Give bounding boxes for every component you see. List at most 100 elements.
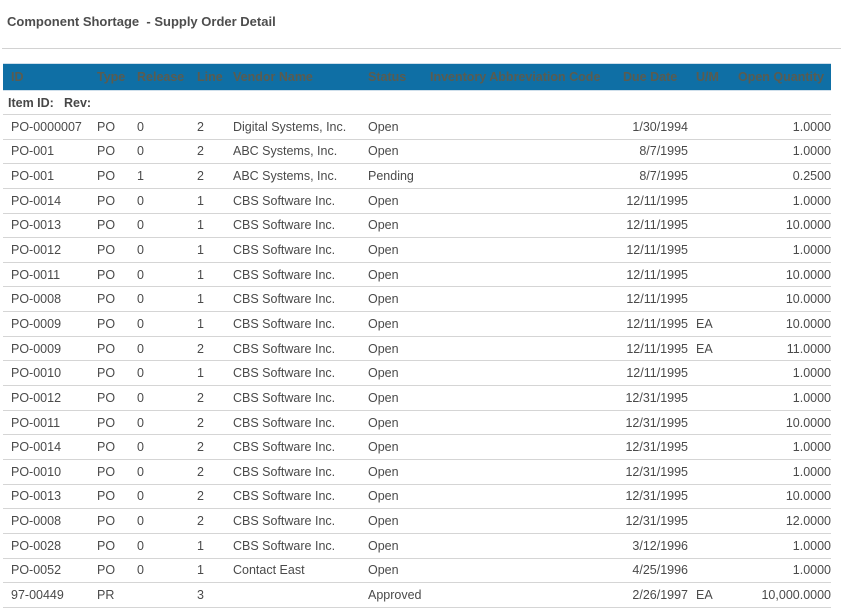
report-page: Component Shortage - Supply Order Detail… <box>0 14 843 610</box>
cell-release: 0 <box>129 435 189 460</box>
cell-vendor: CBS Software Inc. <box>225 410 360 435</box>
cell-line: 2 <box>189 435 225 460</box>
cell-type: PO <box>89 139 129 164</box>
cell-vendor: CBS Software Inc. <box>225 213 360 238</box>
cell-id: PO-0011 <box>3 410 89 435</box>
cell-invcode <box>422 484 615 509</box>
cell-status: Open <box>360 509 422 534</box>
cell-line: 1 <box>189 262 225 287</box>
cell-line: 2 <box>189 115 225 140</box>
cell-invcode <box>422 115 615 140</box>
cell-um <box>688 213 730 238</box>
cell-release: 0 <box>129 312 189 337</box>
cell-type: PO <box>89 386 129 411</box>
cell-id: PO-0010 <box>3 361 89 386</box>
cell-status: Open <box>360 533 422 558</box>
cell-duedate: 12/31/1995 <box>615 410 688 435</box>
cell-duedate: 12/11/1995 <box>615 262 688 287</box>
cell-duedate: 12/11/1995 <box>615 312 688 337</box>
cell-vendor: CBS Software Inc. <box>225 238 360 263</box>
cell-vendor: CBS Software Inc. <box>225 287 360 312</box>
title-divider <box>2 48 841 49</box>
cell-invcode <box>422 238 615 263</box>
cell-status: Open <box>360 115 422 140</box>
cell-line: 1 <box>189 238 225 263</box>
table-row: PO-0008PO01CBS Software Inc.Open12/11/19… <box>3 287 831 312</box>
cell-duedate: 8/7/1995 <box>615 164 688 189</box>
cell-invcode <box>422 435 615 460</box>
table-row: PO-0011PO01CBS Software Inc.Open12/11/19… <box>3 262 831 287</box>
cell-line: 1 <box>189 558 225 583</box>
cell-release: 0 <box>129 533 189 558</box>
cell-status: Open <box>360 484 422 509</box>
cell-id: PO-0000007 <box>3 115 89 140</box>
item-header-cell: Item ID:Rev: <box>3 91 831 115</box>
page-title: Component Shortage - Supply Order Detail <box>7 14 843 30</box>
cell-status: Open <box>360 558 422 583</box>
cell-release: 0 <box>129 509 189 534</box>
cell-line: 1 <box>189 533 225 558</box>
table-row: PO-0012PO01CBS Software Inc.Open12/11/19… <box>3 238 831 263</box>
cell-status: Open <box>360 361 422 386</box>
column-header-vendor-name[interactable]: Vendor Name <box>225 64 360 91</box>
cell-duedate: 12/11/1995 <box>615 213 688 238</box>
cell-release: 0 <box>129 459 189 484</box>
cell-vendor <box>225 583 360 608</box>
cell-um <box>688 435 730 460</box>
cell-vendor: CBS Software Inc. <box>225 361 360 386</box>
column-header-id[interactable]: ID <box>3 64 89 91</box>
cell-status: Open <box>360 287 422 312</box>
cell-invcode <box>422 558 615 583</box>
cell-type: PO <box>89 558 129 583</box>
cell-qty: 10,000.0000 <box>730 583 831 608</box>
cell-um: EA <box>688 583 730 608</box>
cell-invcode <box>422 139 615 164</box>
cell-um <box>688 361 730 386</box>
supply-order-table: ID Type Release Line Vendor Name Status … <box>3 63 831 608</box>
column-header-status[interactable]: Status <box>360 64 422 91</box>
cell-id: PO-0010 <box>3 459 89 484</box>
column-header-due-date[interactable]: Due Date' <box>615 64 688 91</box>
cell-vendor: ABC Systems, Inc. <box>225 164 360 189</box>
cell-status: Open <box>360 139 422 164</box>
cell-duedate: 12/31/1995 <box>615 386 688 411</box>
cell-id: PO-0013 <box>3 213 89 238</box>
table-row: 97-00449PR3Approved2/26/1997EA10,000.000… <box>3 583 831 608</box>
cell-um <box>688 410 730 435</box>
cell-type: PO <box>89 188 129 213</box>
column-header-inventory-abbreviation-code[interactable]: Inventory Abbreviation Code <box>422 64 615 91</box>
cell-line: 3 <box>189 583 225 608</box>
column-header-line[interactable]: Line <box>189 64 225 91</box>
column-header-open-quantity[interactable]: Open Quantity <box>730 64 831 91</box>
cell-invcode <box>422 213 615 238</box>
cell-release: 0 <box>129 386 189 411</box>
cell-id: PO-0012 <box>3 386 89 411</box>
cell-line: 1 <box>189 312 225 337</box>
column-header-um[interactable]: U/M <box>688 64 730 91</box>
item-id-label: Item ID: <box>8 96 64 110</box>
cell-duedate: 12/31/1995 <box>615 435 688 460</box>
cell-invcode <box>422 509 615 534</box>
column-header-type[interactable]: Type <box>89 64 129 91</box>
cell-line: 2 <box>189 386 225 411</box>
cell-qty: 10.0000 <box>730 410 831 435</box>
cell-duedate: 12/11/1995 <box>615 336 688 361</box>
cell-vendor: CBS Software Inc. <box>225 484 360 509</box>
cell-um <box>688 459 730 484</box>
table-row: PO-0009PO02CBS Software Inc.Open12/11/19… <box>3 336 831 361</box>
cell-type: PO <box>89 459 129 484</box>
cell-release: 0 <box>129 361 189 386</box>
cell-invcode <box>422 336 615 361</box>
cell-type: PO <box>89 213 129 238</box>
column-header-release[interactable]: Release <box>129 64 189 91</box>
cell-status: Open <box>360 312 422 337</box>
cell-invcode <box>422 583 615 608</box>
cell-status: Approved <box>360 583 422 608</box>
rev-label: Rev: <box>64 96 91 110</box>
cell-um <box>688 238 730 263</box>
cell-release: 0 <box>129 188 189 213</box>
cell-um <box>688 115 730 140</box>
cell-vendor: Contact East <box>225 558 360 583</box>
cell-line: 2 <box>189 509 225 534</box>
cell-line: 1 <box>189 287 225 312</box>
